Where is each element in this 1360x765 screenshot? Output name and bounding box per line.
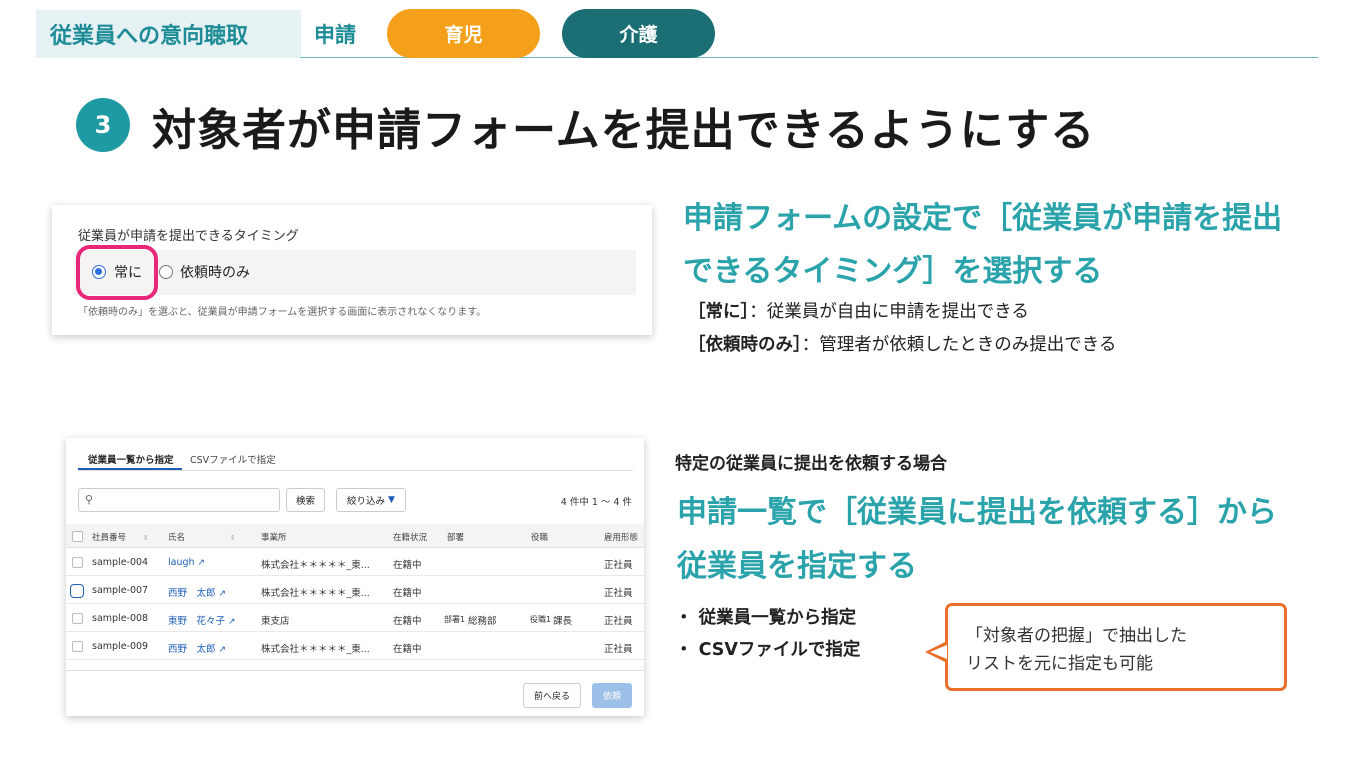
- role: 課長: [553, 616, 573, 627]
- row-checkbox[interactable]: [72, 641, 83, 652]
- sort-icon: ⇕: [142, 534, 149, 542]
- row-checkbox[interactable]: [72, 557, 83, 568]
- office: 株式会社＊＊＊＊＊_東...: [261, 588, 370, 599]
- page-title: 対象者が申請フォームを提出できるようにする: [152, 105, 1096, 156]
- employee-name-link[interactable]: laugh: [168, 557, 195, 568]
- external-link-icon[interactable]: ↗: [198, 558, 206, 568]
- employee-select-panel: 従業員一覧から指定 CSVファイルで指定 ⚲ 検索 絞り込み ▼ 4 件中 1 〜…: [66, 438, 644, 716]
- timing-setting-note: 「依頼時のみ」を選ぶと、従業員が申請フォームを選択する画面に表示されなくなります…: [78, 307, 487, 318]
- bullet-csv-file: ・ CSVファイルで指定: [675, 640, 861, 660]
- sort-icon: ⇕: [229, 534, 236, 542]
- status: 在籍中: [393, 588, 422, 599]
- callout-pointer-inner: [930, 645, 947, 659]
- timing-setting-heading: 従業員が申請を提出できるタイミング: [78, 229, 299, 244]
- department-label: 部署1: [444, 615, 466, 624]
- employment-type: 正社員: [604, 616, 633, 627]
- row-checkbox[interactable]: [72, 613, 83, 624]
- tab-childcare[interactable]: 育児: [387, 9, 540, 58]
- callout-text: 「対象者の把握」で抽出した リストを元に指定も可能: [966, 622, 1187, 678]
- filter-button[interactable]: 絞り込み ▼: [336, 488, 406, 512]
- search-icon: ⚲: [85, 493, 94, 506]
- column-header: 事業所: [261, 533, 287, 543]
- table-row[interactable]: sample-007 西野 太郎 ↗ 株式会社＊＊＊＊＊_東... 在籍中 正社員: [66, 576, 644, 604]
- timing-desc-on-request-term: ［依頼時のみ］: [688, 335, 802, 355]
- office: 株式会社＊＊＊＊＊_東...: [261, 560, 370, 571]
- highlight-frame: [76, 245, 158, 300]
- timing-desc-on-request: ［依頼時のみ］：管理者が依頼したときのみ提出できる: [688, 331, 1116, 356]
- request-subheading: 特定の従業員に提出を依頼する場合: [675, 454, 947, 474]
- callout-line: 「対象者の把握」で抽出した: [966, 626, 1187, 646]
- table-header: 社員番号 ⇕ 氏名 ⇕ 事業所 在籍状況 部署 役職 雇用形態: [66, 524, 644, 548]
- status: 在籍中: [393, 616, 422, 627]
- column-header[interactable]: 社員番号 ⇕: [92, 531, 149, 543]
- section-label: 従業員への意向聴取: [36, 10, 301, 58]
- office: 株式会社＊＊＊＊＊_東...: [261, 644, 370, 655]
- row-checkbox[interactable]: [70, 584, 84, 598]
- employment-type: 正社員: [604, 560, 633, 571]
- radio-on-request[interactable]: [159, 265, 173, 279]
- timing-desc-on-request-text: ：管理者が依頼したときのみ提出できる: [801, 335, 1117, 355]
- timing-setting-panel: 従業員が申請を提出できるタイミング 常に 依頼時のみ 「依頼時のみ」を選ぶと、従…: [52, 205, 652, 335]
- external-link-icon[interactable]: ↗: [219, 589, 227, 599]
- column-header-label: 氏名: [168, 533, 186, 543]
- tab-employee-list[interactable]: 従業員一覧から指定: [88, 452, 174, 466]
- timing-desc-always-text: ：従業員が自由に申請を提出できる: [749, 302, 1029, 322]
- employee-name-link[interactable]: 西野 太郎: [168, 644, 216, 655]
- column-header-label: 社員番号: [92, 533, 127, 543]
- employee-name-link[interactable]: 西野 太郎: [168, 588, 216, 599]
- role-label: 役職1: [530, 615, 552, 624]
- employment-type: 正社員: [604, 588, 633, 599]
- result-count: 4 件中 1 〜 4 件: [560, 497, 632, 508]
- office: 東支店: [261, 616, 290, 627]
- external-link-icon[interactable]: ↗: [219, 645, 227, 655]
- column-header: 部署: [447, 533, 465, 543]
- table-row[interactable]: sample-004 laugh ↗ 株式会社＊＊＊＊＊_東... 在籍中 正社員: [66, 548, 644, 576]
- column-header: 在籍状況: [393, 533, 428, 543]
- employee-name[interactable]: laugh ↗: [168, 557, 205, 568]
- table-row[interactable]: sample-008 東野 花々子 ↗ 東支店 在籍中 部署1 総務部 役職1 課…: [66, 604, 644, 632]
- column-header[interactable]: 氏名 ⇕: [168, 531, 236, 543]
- employee-name[interactable]: 西野 太郎 ↗: [168, 585, 226, 599]
- employee-id: sample-008: [92, 613, 149, 624]
- search-input[interactable]: ⚲: [78, 488, 280, 512]
- select-all-checkbox[interactable]: [72, 531, 83, 542]
- status: 在籍中: [393, 644, 422, 655]
- tab-csv-file[interactable]: CSVファイルで指定: [190, 452, 276, 466]
- bullet-employee-list: ・ 従業員一覧から指定: [675, 608, 857, 628]
- timing-options-row: 常に 依頼時のみ: [74, 250, 636, 295]
- filter-button-label: 絞り込み: [347, 496, 386, 507]
- employee-id: sample-009: [92, 641, 149, 652]
- callout-box: 「対象者の把握」で抽出した リストを元に指定も可能: [945, 603, 1287, 691]
- category-label: 申請: [314, 23, 356, 47]
- search-button[interactable]: 検索: [286, 488, 325, 512]
- request-headline: 申請一覧で［従業員に提出を依頼する］から従業員を指定する: [677, 495, 1277, 584]
- back-button[interactable]: 前へ戻る: [523, 683, 581, 708]
- tab-care[interactable]: 介護: [562, 9, 715, 58]
- employee-name[interactable]: 西野 太郎 ↗: [168, 641, 226, 655]
- step-number-badge: 3: [76, 98, 130, 152]
- footer-divider: [66, 670, 644, 671]
- tab-divider: [78, 470, 633, 471]
- column-header: 役職: [531, 533, 549, 543]
- filter-icon: ▼: [388, 495, 395, 505]
- employee-name-link[interactable]: 東野 花々子: [168, 616, 225, 627]
- radio-on-request-label[interactable]: 依頼時のみ: [180, 262, 250, 282]
- timing-headline: 申請フォームの設定で［従業員が申請を提出できるタイミング］を選択する: [683, 201, 1283, 289]
- timing-desc-always-term: ［常に］: [688, 302, 750, 322]
- callout-line: リストを元に指定も可能: [966, 654, 1153, 674]
- table-row[interactable]: sample-009 西野 太郎 ↗ 株式会社＊＊＊＊＊_東... 在籍中 正社員: [66, 632, 644, 660]
- employee-name[interactable]: 東野 花々子 ↗: [168, 613, 236, 627]
- department: 総務部: [468, 616, 497, 627]
- employee-id: sample-004: [92, 557, 149, 568]
- status: 在籍中: [393, 560, 422, 571]
- employment-type: 正社員: [604, 644, 633, 655]
- request-button[interactable]: 依頼: [592, 683, 632, 708]
- external-link-icon[interactable]: ↗: [228, 617, 236, 627]
- column-header: 雇用形態: [604, 533, 639, 543]
- timing-desc-always: ［常に］：従業員が自由に申請を提出できる: [688, 298, 1029, 323]
- employee-id: sample-007: [92, 585, 149, 596]
